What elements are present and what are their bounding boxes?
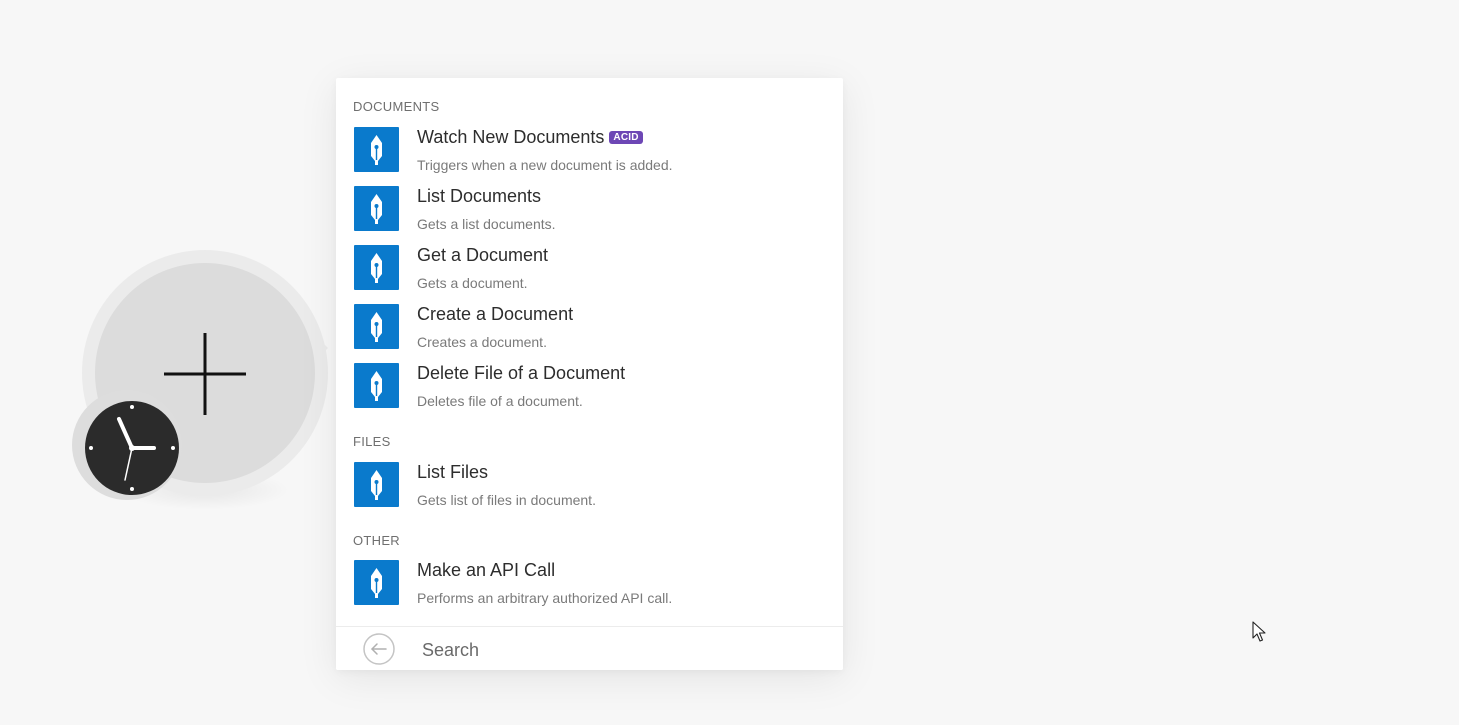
- mouse-cursor-icon: [1252, 621, 1266, 642]
- section-title-files: FILES: [353, 434, 391, 449]
- item-title: Delete File of a Document: [417, 363, 626, 383]
- arrow-left-circle-icon[interactable]: [363, 633, 395, 665]
- list-item-get-a-document[interactable]: Get a Document Gets a document.: [336, 245, 843, 301]
- item-description: Gets list of files in document.: [417, 492, 596, 508]
- search-input[interactable]: [420, 635, 824, 665]
- item-description: Gets a list documents.: [417, 216, 556, 232]
- fountain-pen-nib-icon: [354, 462, 399, 507]
- item-title: Watch New Documents ACID: [417, 127, 643, 148]
- item-title: List Documents: [417, 186, 542, 206]
- item-description: Creates a document.: [417, 334, 547, 350]
- fountain-pen-nib-icon: [354, 127, 399, 172]
- item-title: Create a Document: [417, 304, 574, 324]
- item-description: Deletes file of a document.: [417, 393, 583, 409]
- list-item-create-a-document[interactable]: Create a Document Creates a document.: [336, 304, 843, 360]
- scenario-canvas: DOCUMENTS Watch New Documents ACID Trigge…: [0, 0, 1459, 725]
- list-item-watch-new-documents[interactable]: Watch New Documents ACID Triggers when a …: [336, 127, 843, 183]
- item-description: Gets a document.: [417, 275, 528, 291]
- item-title: List Files: [417, 462, 489, 482]
- item-title: Make an API Call: [417, 560, 556, 580]
- list-item-list-files[interactable]: List Files Gets list of files in documen…: [336, 462, 843, 518]
- item-title-text: Watch New Documents: [417, 127, 605, 147]
- item-description: Triggers when a new document is added.: [417, 157, 673, 173]
- clock-icon[interactable]: [84, 400, 180, 496]
- fountain-pen-nib-icon: [354, 363, 399, 408]
- section-title-documents: DOCUMENTS: [353, 99, 440, 114]
- search-bar: [336, 626, 843, 670]
- fountain-pen-nib-icon: [354, 245, 399, 290]
- fountain-pen-nib-icon: [354, 560, 399, 605]
- module-picker-panel: DOCUMENTS Watch New Documents ACID Trigge…: [336, 78, 843, 670]
- section-title-other: OTHER: [353, 533, 400, 548]
- list-item-delete-file-of-a-document[interactable]: Delete File of a Document Deletes file o…: [336, 363, 843, 419]
- acid-badge: ACID: [609, 131, 643, 144]
- fountain-pen-nib-icon: [354, 186, 399, 231]
- list-item-make-an-api-call[interactable]: Make an API Call Performs an arbitrary a…: [336, 560, 843, 616]
- item-description: Performs an arbitrary authorized API cal…: [417, 590, 673, 606]
- module-node[interactable]: [72, 250, 330, 510]
- list-item-list-documents[interactable]: List Documents Gets a list documents.: [336, 186, 843, 242]
- item-title: Get a Document: [417, 245, 549, 265]
- fountain-pen-nib-icon: [354, 304, 399, 349]
- module-pointer: [316, 336, 328, 360]
